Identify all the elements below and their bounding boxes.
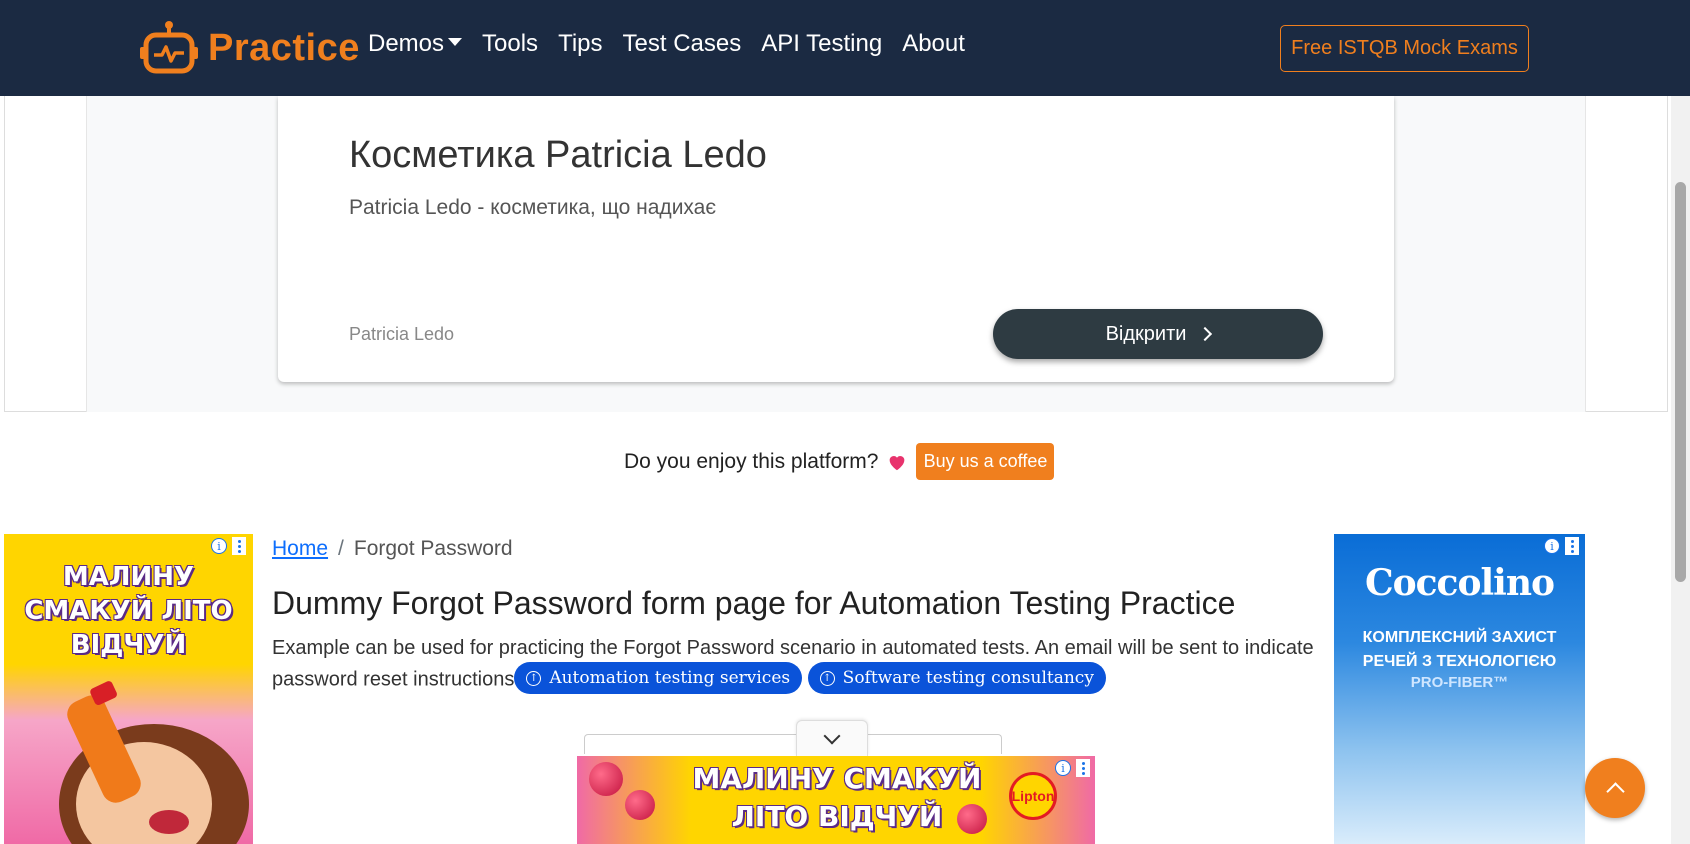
istqb-mock-exams-button[interactable]: Free ISTQB Mock Exams: [1280, 25, 1529, 72]
breadcrumb: Home / Forgot Password: [272, 537, 513, 561]
nav-demos-dropdown[interactable]: Demos: [368, 30, 463, 58]
chevron-right-icon: [1198, 326, 1213, 342]
page-title: Dummy Forgot Password form page for Auto…: [272, 585, 1236, 621]
brand-name: Practice: [208, 26, 360, 69]
nav-demos-label: Demos: [368, 30, 445, 57]
raspberry-icon: [589, 762, 623, 796]
nav-about[interactable]: About: [902, 30, 965, 58]
navbar: Practice Demos Tools Tips Test Cases API…: [0, 0, 1690, 96]
heart-icon: [890, 455, 905, 470]
page-scrollbar[interactable]: [1671, 96, 1690, 844]
top-ad-card[interactable]: Косметика Patricia Ledo Patricia Ledo - …: [278, 96, 1394, 382]
automation-testing-services-link[interactable]: ↑ Automation testing services: [514, 662, 803, 694]
buy-coffee-button[interactable]: Buy us a coffee: [916, 443, 1055, 480]
breadcrumb-current: Forgot Password: [353, 537, 513, 560]
nav-test-cases[interactable]: Test Cases: [623, 30, 742, 58]
bottom-ad-headline: МАЛИНУ СМАКУЙ ЛІТО ВІДЧУЙ: [692, 762, 982, 833]
coccolino-logo: Coccolino: [1364, 562, 1555, 604]
lipton-logo: Lipton: [1009, 772, 1057, 820]
ad-info-icon[interactable]: i: [211, 538, 227, 554]
arrow-up-circle-icon: ↑: [526, 670, 542, 686]
support-row: Do you enjoy this platform? Buy us a cof…: [624, 443, 1055, 480]
nav-api-testing[interactable]: API Testing: [761, 30, 882, 58]
bottom-anchor-ad[interactable]: МАЛИНУ СМАКУЙ ЛІТО ВІДЧУЙ Lipton i: [577, 756, 1095, 844]
chip-label: Automation testing services: [549, 667, 791, 688]
ad-open-button[interactable]: Відкрити: [993, 309, 1323, 359]
chevron-up-icon: [1605, 781, 1625, 801]
coccolino-subline: PRO-FIBER™: [1410, 674, 1509, 691]
ad-info-icon[interactable]: i: [1544, 538, 1560, 554]
left-side-ad[interactable]: МАЛИНУ СМАКУЙ ЛІТО ВІДЧУЙ i: [4, 534, 253, 844]
ad-menu-icon[interactable]: [1565, 537, 1579, 555]
ad-menu-icon[interactable]: [1076, 759, 1090, 777]
raspberry-icon: [625, 790, 655, 820]
ad-subtitle: Patricia Ledo - косметика, що надихає: [349, 196, 717, 219]
caret-down-icon: [448, 37, 463, 46]
nav-tips[interactable]: Tips: [558, 30, 602, 58]
chip-label: Software testing consultancy: [842, 667, 1094, 688]
breadcrumb-home-link[interactable]: Home: [272, 537, 328, 560]
software-testing-consultancy-link[interactable]: ↑ Software testing consultancy: [807, 662, 1106, 694]
forgot-password-form-edge: [584, 734, 1002, 754]
ad-info-icon[interactable]: i: [1055, 760, 1071, 776]
support-text: Do you enjoy this platform?: [624, 449, 879, 473]
right-side-ad[interactable]: Coccolino КОМПЛЕКСНИЙ ЗАХИСТ РЕЧЕЙ З ТЕХ…: [1334, 534, 1585, 844]
chevron-down-icon: [823, 727, 841, 744]
ad-menu-icon[interactable]: [232, 537, 246, 555]
brand-link[interactable]: Practice: [140, 18, 360, 78]
arrow-up-circle-icon: ↑: [819, 670, 835, 686]
scrollbar-thumb[interactable]: [1675, 182, 1686, 582]
ad-open-label: Відкрити: [1105, 322, 1187, 345]
robot-logo-icon: [140, 21, 198, 74]
ad-brand: Patricia Ledo: [349, 324, 455, 344]
anchor-ad-toggle[interactable]: [796, 720, 868, 756]
ad-title: Косметика Patricia Ledo: [349, 134, 767, 176]
coccolino-tagline: КОМПЛЕКСНИЙ ЗАХИСТ РЕЧЕЙ З ТЕХНОЛОГІЄЮ: [1362, 629, 1557, 670]
nav-links: Demos Tools Tips Test Cases API Testing …: [368, 30, 965, 58]
nav-tools[interactable]: Tools: [482, 30, 538, 58]
page-description: Example can be used for practicing the F…: [272, 633, 1317, 696]
ad-person-illustration: [59, 681, 249, 844]
back-to-top-button[interactable]: [1585, 758, 1645, 818]
breadcrumb-separator: /: [338, 537, 344, 560]
left-ad-headline: МАЛИНУ СМАКУЙ ЛІТО ВІДЧУЙ: [24, 562, 233, 660]
